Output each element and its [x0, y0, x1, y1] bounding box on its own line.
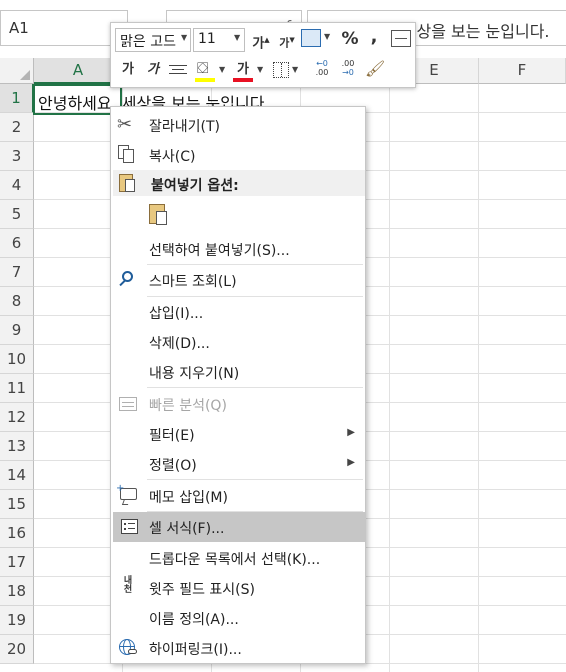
fill-color-icon[interactable]: ⛋: [195, 59, 215, 83]
menu-item-quick-analysis: 빠른 분석(Q): [111, 389, 365, 419]
column-header-f[interactable]: F: [479, 58, 566, 84]
menu-item-delete[interactable]: 삭제(D)...: [111, 327, 365, 357]
row-header-13[interactable]: 13: [0, 432, 34, 461]
row-header-10[interactable]: 10: [0, 345, 34, 374]
row-header-7[interactable]: 7: [0, 258, 34, 287]
merge-center-icon[interactable]: [391, 30, 411, 47]
row-header-15[interactable]: 15: [0, 490, 34, 519]
accounting-format-icon[interactable]: [301, 29, 321, 47]
menu-item-hyperlink[interactable]: 하이퍼링크(I)...: [111, 633, 365, 663]
phonetic-icon: 내천: [123, 576, 133, 595]
menu-separator: [147, 387, 363, 388]
font-size-value: 11: [198, 31, 216, 47]
menu-item-show-phonetic[interactable]: 내천 윗주 필드 표시(S): [111, 573, 365, 603]
menu-item-pick-from-dropdown[interactable]: 드롭다운 목록에서 선택(K)...: [111, 543, 365, 573]
copy-icon: [117, 144, 139, 166]
menu-item-smart-lookup[interactable]: 스마트 조회(L): [111, 265, 365, 295]
chevron-right-icon: ▶: [347, 427, 355, 438]
row-header-17[interactable]: 17: [0, 548, 34, 577]
gridline: [389, 84, 390, 672]
menu-item-copy[interactable]: 복사(C): [111, 140, 365, 170]
chevron-down-icon[interactable]: ▼: [257, 65, 263, 74]
paste-options-header: 붙여넣기 옵션:: [113, 170, 365, 196]
row-header-5[interactable]: 5: [0, 200, 34, 229]
row-header-6[interactable]: 6: [0, 229, 34, 258]
scissors-icon: ✂: [117, 114, 133, 135]
chevron-right-icon: ▶: [347, 457, 355, 468]
menu-item-clear-contents[interactable]: 내용 지우기(N): [111, 357, 365, 387]
row-header-16[interactable]: 16: [0, 519, 34, 548]
format-cells-icon: [119, 516, 141, 538]
row-header-18[interactable]: 18: [0, 577, 34, 606]
select-all-corner[interactable]: [0, 58, 34, 84]
menu-item-define-name[interactable]: 이름 정의(A)...: [111, 603, 365, 633]
row-header-11[interactable]: 11: [0, 374, 34, 403]
menu-item-insert-note[interactable]: + 메모 삽입(M): [111, 481, 365, 511]
fill-color-swatch: [195, 78, 215, 82]
percent-style-button[interactable]: %: [339, 28, 361, 50]
increase-decimal-button[interactable]: ←0.00: [311, 59, 333, 83]
menu-item-paste-special[interactable]: 선택하여 붙여넣기(S)...: [111, 234, 365, 264]
font-name-value: 맑은 고드: [120, 34, 176, 50]
search-icon: [117, 269, 139, 291]
menu-separator: [147, 479, 363, 480]
mini-toolbar: 맑은 고드 ▼ 11 ▼ 가▲ 가▼ ▼ % , 가 가 ⛋ ▼ 가 ▼ ▼ ←…: [110, 22, 416, 88]
decrease-decimal-button[interactable]: .00 →0: [337, 59, 359, 83]
gridline: [478, 84, 479, 672]
decrease-font-size-button[interactable]: 가▼: [277, 29, 297, 55]
row-header-4[interactable]: 4: [0, 171, 34, 200]
borders-icon[interactable]: [273, 62, 289, 78]
format-painter-icon[interactable]: 🖌: [365, 59, 385, 78]
chevron-down-icon[interactable]: ▼: [324, 32, 330, 41]
menu-item-sort[interactable]: 정렬(O) ▶: [111, 449, 365, 479]
font-color-button[interactable]: 가: [233, 59, 253, 83]
quick-analysis-icon: [117, 393, 139, 415]
menu-item-insert[interactable]: 삽입(I)...: [111, 297, 365, 327]
align-center-icon[interactable]: [169, 65, 187, 77]
chevron-down-icon[interactable]: ▼: [234, 33, 240, 42]
menu-item-filter[interactable]: 필터(E) ▶: [111, 419, 365, 449]
name-box[interactable]: A1: [0, 10, 128, 46]
row-header-1[interactable]: 1: [0, 84, 34, 113]
row-header-14[interactable]: 14: [0, 461, 34, 490]
chevron-down-icon[interactable]: ▼: [292, 65, 298, 74]
chevron-down-icon[interactable]: ▼: [219, 65, 225, 74]
paste-button[interactable]: [147, 203, 173, 229]
row-header-3[interactable]: 3: [0, 142, 34, 171]
comma-style-button[interactable]: ,: [367, 26, 381, 48]
bold-button[interactable]: 가: [119, 59, 137, 81]
row-header-12[interactable]: 12: [0, 403, 34, 432]
menu-item-format-cells[interactable]: 셀 서식(F)...: [113, 512, 365, 542]
context-menu: ✂ 잘라내기(T) 복사(C) 붙여넣기 옵션: 선택하여 붙여넣기(S)...…: [110, 106, 366, 664]
menu-item-cut[interactable]: ✂ 잘라내기(T): [111, 110, 365, 140]
row-header-20[interactable]: 20: [0, 635, 34, 664]
globe-link-icon: [117, 637, 139, 659]
italic-button[interactable]: 가: [144, 59, 162, 81]
font-color-swatch: [233, 78, 253, 82]
row-header-9[interactable]: 9: [0, 316, 34, 345]
increase-font-size-button[interactable]: 가▲: [251, 29, 271, 55]
row-header-2[interactable]: 2: [0, 113, 34, 142]
font-name-select[interactable]: 맑은 고드: [115, 28, 191, 52]
chevron-down-icon[interactable]: ▼: [181, 33, 187, 42]
row-header-8[interactable]: 8: [0, 287, 34, 316]
row-header-19[interactable]: 19: [0, 606, 34, 635]
note-icon: +: [116, 483, 139, 507]
